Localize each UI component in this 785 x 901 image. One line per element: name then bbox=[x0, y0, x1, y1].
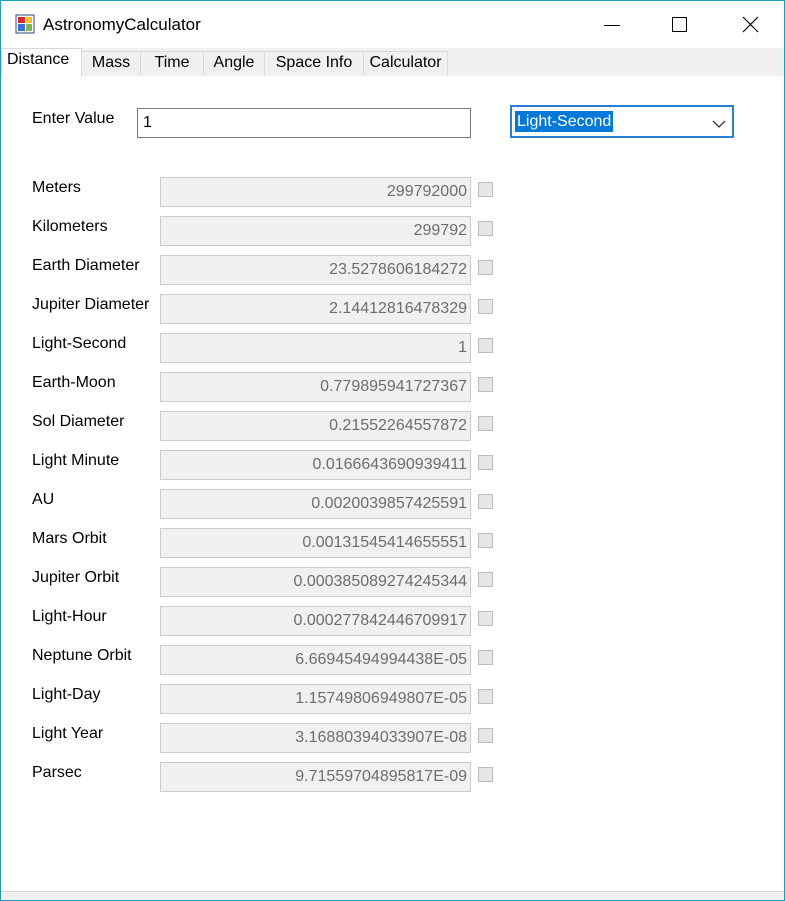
value-sol-diameter[interactable]: 0.21552264557872 bbox=[160, 411, 471, 441]
row-label-earth-diameter: Earth Diameter bbox=[32, 257, 140, 274]
app-icon bbox=[15, 14, 35, 34]
row-label-parsec: Parsec bbox=[32, 764, 82, 781]
row-label-jupiter-orbit: Jupiter Orbit bbox=[32, 569, 120, 586]
maximize-icon bbox=[672, 17, 687, 32]
minimize-icon bbox=[604, 25, 620, 26]
value-light-second[interactable]: 1 bbox=[160, 333, 471, 363]
checkbox-light-second[interactable] bbox=[478, 338, 493, 353]
checkbox-neptune-orbit[interactable] bbox=[478, 650, 493, 665]
checkbox-au[interactable] bbox=[478, 494, 493, 509]
tab-distance[interactable]: Distance bbox=[1, 48, 82, 77]
checkbox-mars-orbit[interactable] bbox=[478, 533, 493, 548]
row-label-mars-orbit: Mars Orbit bbox=[32, 530, 107, 547]
window-title: AstronomyCalculator bbox=[43, 15, 201, 34]
row-label-light-minute: Light Minute bbox=[32, 452, 120, 469]
row-label-light-second: Light-Second bbox=[32, 335, 127, 352]
value-jupiter-diameter[interactable]: 2.14412816478329 bbox=[160, 294, 471, 324]
tab-angle[interactable]: Angle bbox=[203, 51, 265, 75]
tab-strip: Distance Mass Time Angle Space Info Calc… bbox=[1, 48, 784, 77]
maximize-button[interactable] bbox=[644, 1, 714, 48]
row-label-kilometers: Kilometers bbox=[32, 218, 108, 235]
value-mars-orbit[interactable]: 0.00131545414655551 bbox=[160, 528, 471, 558]
value-meters[interactable]: 299792000 bbox=[160, 177, 471, 207]
row-label-neptune-orbit: Neptune Orbit bbox=[32, 647, 132, 664]
value-parsec[interactable]: 9.71559704895817E-09 bbox=[160, 762, 471, 792]
title-bar[interactable]: AstronomyCalculator bbox=[1, 1, 784, 48]
tab-mass[interactable]: Mass bbox=[81, 51, 141, 75]
row-label-jupiter-diameter: Jupiter Diameter bbox=[32, 296, 150, 313]
value-kilometers[interactable]: 299792 bbox=[160, 216, 471, 246]
value-light-year[interactable]: 3.16880394033907E-08 bbox=[160, 723, 471, 753]
value-jupiter-orbit[interactable]: 0.000385089274245344 bbox=[160, 567, 471, 597]
tab-time[interactable]: Time bbox=[140, 51, 204, 75]
checkbox-kilometers[interactable] bbox=[478, 221, 493, 236]
checkbox-light-year[interactable] bbox=[478, 728, 493, 743]
value-earth-diameter[interactable]: 23.5278606184272 bbox=[160, 255, 471, 285]
row-label-light-day: Light-Day bbox=[32, 686, 101, 703]
value-light-day[interactable]: 1.15749806949807E-05 bbox=[160, 684, 471, 714]
checkbox-earth-moon[interactable] bbox=[478, 377, 493, 392]
unit-dropdown[interactable]: Light-Second bbox=[510, 105, 734, 138]
tab-space-info[interactable]: Space Info bbox=[264, 51, 364, 75]
bottom-border-strip bbox=[1, 891, 784, 900]
checkbox-jupiter-orbit[interactable] bbox=[478, 572, 493, 587]
checkbox-parsec[interactable] bbox=[478, 767, 493, 782]
row-label-earth-moon: Earth-Moon bbox=[32, 374, 116, 391]
app-window: AstronomyCalculator Distance Mass Time A… bbox=[0, 0, 785, 901]
close-button[interactable] bbox=[714, 1, 784, 48]
tab-calculator[interactable]: Calculator bbox=[363, 51, 448, 75]
checkbox-light-hour[interactable] bbox=[478, 611, 493, 626]
unit-dropdown-selected: Light-Second bbox=[515, 111, 614, 132]
row-label-sol-diameter: Sol Diameter bbox=[32, 413, 125, 430]
checkbox-light-minute[interactable] bbox=[478, 455, 493, 470]
value-input[interactable] bbox=[137, 108, 471, 138]
value-earth-moon[interactable]: 0.779895941727367 bbox=[160, 372, 471, 402]
row-label-meters: Meters bbox=[32, 179, 81, 196]
value-light-minute[interactable]: 0.0166643690939411 bbox=[160, 450, 471, 480]
checkbox-meters[interactable] bbox=[478, 182, 493, 197]
enter-value-label: Enter Value bbox=[32, 110, 115, 127]
value-neptune-orbit[interactable]: 6.66945494994438E-05 bbox=[160, 645, 471, 675]
row-label-au: AU bbox=[32, 491, 55, 508]
checkbox-earth-diameter[interactable] bbox=[478, 260, 493, 275]
row-label-light-hour: Light-Hour bbox=[32, 608, 107, 625]
checkbox-jupiter-diameter[interactable] bbox=[478, 299, 493, 314]
chevron-down-icon bbox=[712, 116, 726, 134]
close-icon bbox=[742, 16, 759, 33]
minimize-button[interactable] bbox=[576, 1, 646, 48]
value-au[interactable]: 0.0020039857425591 bbox=[160, 489, 471, 519]
value-light-hour[interactable]: 0.000277842446709917 bbox=[160, 606, 471, 636]
checkbox-light-day[interactable] bbox=[478, 689, 493, 704]
row-label-light-year: Light Year bbox=[32, 725, 104, 742]
checkbox-sol-diameter[interactable] bbox=[478, 416, 493, 431]
